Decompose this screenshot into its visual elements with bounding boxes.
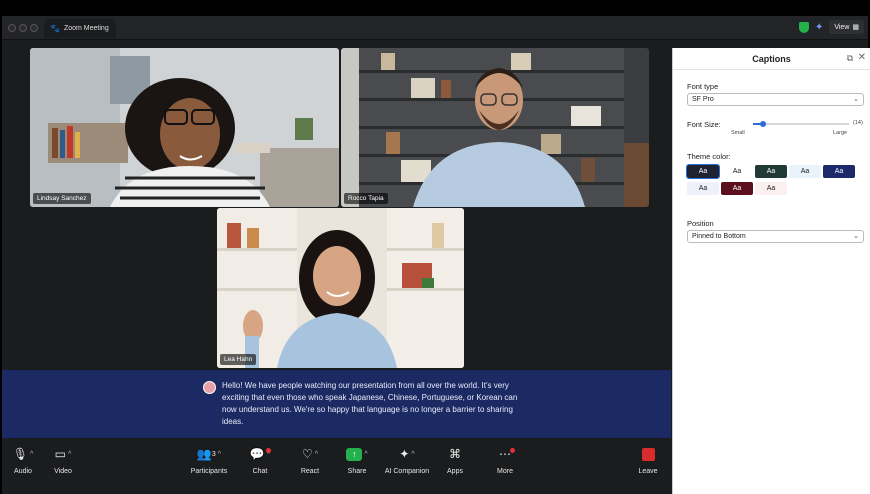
- participants-icon: 👥: [196, 447, 212, 461]
- popout-icon[interactable]: ⧉: [847, 53, 853, 64]
- title-bar: 🐾 Zoom Meeting ✦ View ▦: [2, 16, 868, 40]
- chat-button[interactable]: 💬 ^ Chat: [246, 446, 274, 475]
- participant-video: [30, 48, 339, 207]
- chevron-down-icon: ⌄: [853, 233, 859, 240]
- video-camera-icon: ▭: [54, 447, 67, 461]
- share-button[interactable]: ↑ ^ Share: [342, 446, 372, 475]
- ai-companion-button[interactable]: ✦ ^ AI Companion: [382, 446, 432, 475]
- react-chevron-icon[interactable]: ^: [315, 451, 318, 458]
- captions-panel-header: Captions ⧉ ✕: [673, 48, 870, 70]
- ai-sparkle-icon[interactable]: ✦: [815, 22, 823, 33]
- view-button[interactable]: View ▦: [829, 20, 864, 34]
- theme-swatch-4[interactable]: Aa: [789, 165, 821, 178]
- ai-companion-chevron-icon[interactable]: ^: [411, 451, 414, 458]
- participants-chevron-icon[interactable]: ^: [218, 451, 221, 458]
- apps-icon: ⌘: [449, 447, 461, 461]
- theme-swatch-2[interactable]: Aa: [721, 165, 753, 178]
- theme-swatch-5[interactable]: Aa: [823, 165, 855, 178]
- font-size-slider-knob[interactable]: [759, 121, 766, 127]
- theme-swatch-3[interactable]: Aa: [755, 165, 787, 178]
- microphone-icon: 🎙: [12, 447, 28, 461]
- font-type-value: SF Pro: [692, 96, 714, 103]
- title-bar-controls: ✦ View ▦: [798, 20, 864, 34]
- video-tile-lindsay[interactable]: Lindsay Sanchez: [30, 48, 339, 207]
- react-button[interactable]: ♡ ^ React: [296, 446, 324, 475]
- video-tile-rocco[interactable]: Rocco Tapia: [341, 48, 649, 207]
- share-chevron-icon[interactable]: ^: [364, 451, 367, 458]
- font-type-select[interactable]: SF Pro ⌄: [687, 93, 864, 106]
- meeting-toolbar: 🎙 ^ Audio ▭ ^ Video 👥 3 ^ Participants 💬 ^ Ch…: [2, 438, 671, 494]
- share-label: Share: [347, 468, 367, 475]
- ai-sparkle-icon: ✦: [399, 447, 410, 461]
- participants-count: 3: [211, 450, 216, 458]
- meeting-tab-label: Zoom Meeting: [63, 25, 109, 32]
- position-label: Position: [687, 219, 714, 228]
- heart-icon: ♡: [301, 447, 313, 461]
- audio-options-chevron-icon[interactable]: ^: [30, 451, 33, 458]
- react-label: React: [300, 468, 320, 475]
- chat-label: Chat: [252, 468, 268, 475]
- chat-notification-badge: [266, 448, 271, 453]
- theme-color-label: Theme color:: [687, 152, 731, 161]
- captions-panel-title: Captions: [752, 54, 791, 64]
- speaker-avatar: [203, 381, 216, 394]
- theme-swatch-8[interactable]: Aa: [755, 182, 787, 195]
- meeting-tab[interactable]: 🐾 Zoom Meeting: [44, 19, 116, 38]
- zoom-window: 🐾 Zoom Meeting ✦ View ▦ Lindsay Sanchez …: [2, 16, 870, 494]
- audio-button[interactable]: 🎙 ^ Audio: [8, 446, 38, 475]
- close-icon[interactable]: ✕: [858, 52, 866, 63]
- video-button[interactable]: ▭ ^ Video: [46, 446, 80, 475]
- participants-button[interactable]: 👥 3 ^ Participants: [186, 446, 232, 475]
- live-caption-text: Hello! We have people watching our prese…: [222, 381, 518, 426]
- theme-swatch-1[interactable]: Aa: [686, 164, 720, 179]
- chat-bubble-icon: 💬: [249, 447, 265, 461]
- participant-name-tag: Rocco Tapia: [344, 193, 388, 204]
- participants-label: Participants: [190, 468, 228, 475]
- video-tile-lea[interactable]: Lea Hahn: [217, 208, 464, 368]
- more-button[interactable]: ⋯ More: [492, 446, 518, 475]
- position-select[interactable]: Pinned to Bottom ⌄: [687, 230, 864, 243]
- participant-name-tag: Lindsay Sanchez: [33, 193, 91, 204]
- chevron-down-icon: ⌄: [853, 96, 859, 103]
- participant-name-tag: Lea Hahn: [220, 354, 257, 365]
- video-options-chevron-icon[interactable]: ^: [68, 451, 71, 458]
- zoom-logo-icon: 🐾: [50, 24, 60, 33]
- font-size-slider[interactable]: [753, 121, 849, 127]
- more-label: More: [497, 468, 513, 475]
- zoom-window-button[interactable]: [30, 24, 38, 32]
- security-shield-icon[interactable]: [798, 21, 809, 33]
- font-size-label: Font Size:: [687, 120, 721, 129]
- captions-panel: Captions ⧉ ✕ Font type SF Pro ⌄ Font Siz…: [672, 48, 870, 494]
- close-window-button[interactable]: [8, 24, 16, 32]
- font-size-max-label: Large: [833, 130, 848, 136]
- audio-label: Audio: [14, 468, 32, 475]
- leave-door-icon: [641, 447, 655, 461]
- position-value: Pinned to Bottom: [692, 233, 746, 240]
- leave-button[interactable]: Leave: [634, 446, 662, 475]
- font-type-label: Font type: [687, 82, 719, 91]
- leave-label: Leave: [638, 468, 658, 475]
- video-label: Video: [54, 468, 72, 475]
- theme-swatch-7[interactable]: Aa: [721, 182, 753, 195]
- more-notification-badge: [510, 448, 515, 453]
- apps-button[interactable]: ⌘ Apps: [442, 446, 468, 475]
- participant-video: [217, 208, 464, 368]
- theme-swatch-6[interactable]: Aa: [687, 182, 719, 195]
- view-button-label: View: [834, 23, 850, 31]
- ai-companion-label: AI Companion: [384, 468, 430, 475]
- grid-icon: ▦: [852, 24, 859, 31]
- share-screen-icon: ↑: [346, 447, 363, 461]
- font-size-min-label: Small: [731, 130, 745, 136]
- font-size-value: (14): [853, 120, 863, 126]
- apps-label: Apps: [447, 468, 463, 475]
- screen: 🐾 Zoom Meeting ✦ View ▦ Lindsay Sanchez …: [0, 0, 870, 494]
- participant-video: [341, 48, 649, 207]
- minimize-window-button[interactable]: [19, 24, 27, 32]
